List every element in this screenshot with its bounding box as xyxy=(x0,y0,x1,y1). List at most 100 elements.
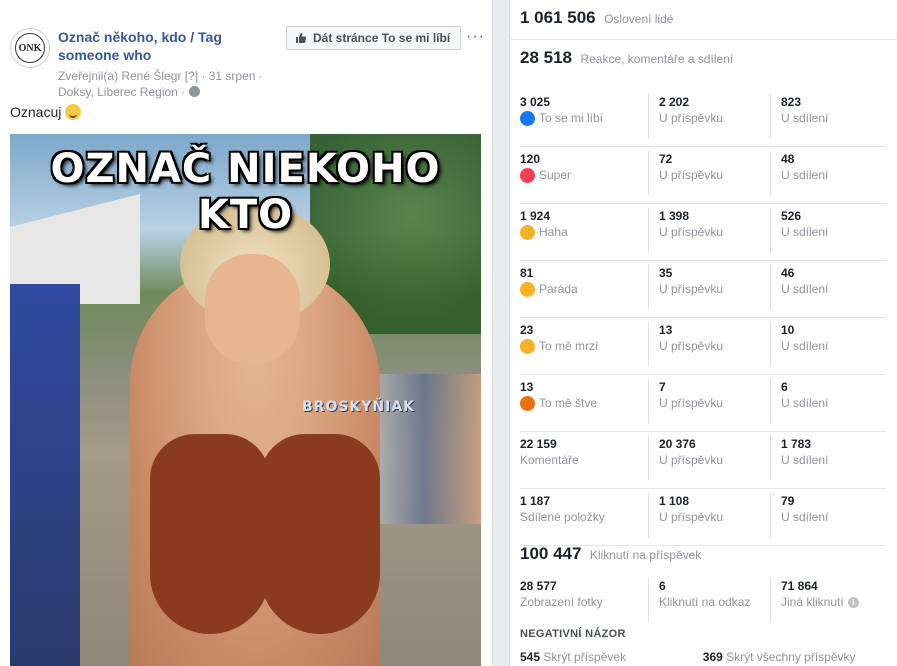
location-line: Doksy, Liberec Region · xyxy=(58,84,263,100)
on-post-label-row: U příspěvku xyxy=(649,167,764,183)
other-clicks-value: 71 864 xyxy=(781,579,818,593)
reaction-total-value: 1 187 xyxy=(520,494,551,508)
on-post-label: U příspěvku xyxy=(659,510,724,524)
reaction-total: 23 To mě mrzí xyxy=(520,322,642,366)
engagement-row: 28 518 Reakce, komentáře a sdílení xyxy=(510,48,897,78)
post-insights-panel: 1 061 506 Oslovení lidé 28 518 Reakce, k… xyxy=(509,0,897,666)
info-icon[interactable]: i xyxy=(847,596,859,608)
reaction-total: 3 025 To se mi líbí xyxy=(520,94,642,138)
on-post-value: 20 376 xyxy=(659,437,696,451)
negative-feedback-row: 545 Skrýt příspěvek 369 Skrýt všechny př… xyxy=(520,650,886,666)
link-clicks-label: Kliknutí na odkaz xyxy=(659,595,751,609)
post-message: Oznacuj xyxy=(10,104,82,120)
on-post: 20 376 U příspěvku xyxy=(648,436,764,480)
on-post: 7 U příspěvku xyxy=(648,379,764,423)
reaction-total-label: To mě mrzí xyxy=(539,339,599,353)
reaction-total: 1 187 Sdílené položky xyxy=(520,493,642,537)
reaction-total-label-row: Komentáře xyxy=(520,452,642,468)
on-shares: 10 U sdílení xyxy=(770,322,886,366)
more-options-icon[interactable]: ··· xyxy=(466,28,485,46)
hide-post-value: 545 xyxy=(520,650,541,664)
on-post: 1 398 U příspěvku xyxy=(648,208,764,252)
on-shares: 526 U sdílení xyxy=(770,208,886,252)
on-post-value: 13 xyxy=(659,323,673,337)
smile-emoji-icon xyxy=(65,104,82,120)
on-post-label-row: U příspěvku xyxy=(649,509,764,525)
on-shares-label: U sdílení xyxy=(781,339,829,353)
on-post-label: U příspěvku xyxy=(659,168,724,182)
reaction-total-label-row: To mě štve xyxy=(520,395,642,411)
like-page-button[interactable]: Dát stránce To se mi líbí xyxy=(286,26,461,50)
page-avatar[interactable]: ONK xyxy=(10,28,50,68)
reach-label: Oslovení lidé xyxy=(604,12,674,26)
on-shares-value: 6 xyxy=(781,380,788,394)
on-shares: 6 U sdílení xyxy=(770,379,886,423)
other-clicks-label-row: Jiná kliknutí i xyxy=(771,594,886,610)
on-post-value: 35 xyxy=(659,266,673,280)
on-shares-label: U sdílení xyxy=(781,282,829,296)
reaction-total-label: Komentáře xyxy=(520,453,579,467)
photo-watermark: BROSKYŇIAK xyxy=(302,399,416,415)
reaction-total: 13 To mě štve xyxy=(520,379,642,423)
clicks-label: Kliknutí na příspěvek xyxy=(589,548,702,562)
engagement-row-item: 13 To mě štve 7 U příspěvku 6 U sdílení xyxy=(520,375,886,432)
on-post-label-row: U příspěvku xyxy=(649,338,764,354)
page-name-link[interactable]: Označ někoho, kdo / Tag someone who xyxy=(58,28,248,64)
location-text: Doksy, Liberec Region · xyxy=(58,85,186,99)
avatar-logo-text: ONK xyxy=(15,33,45,63)
engagement-row-item: 23 To mě mrzí 13 U příspěvku 10 U sdílení xyxy=(520,318,886,375)
haha-icon xyxy=(520,224,535,240)
on-post: 72 U příspěvku xyxy=(648,151,764,195)
on-post-label: U příspěvku xyxy=(659,225,724,239)
post-photo[interactable]: OZNAČ NIEKOHO KTO BROSKYŇIAK xyxy=(10,134,481,666)
on-post-value: 7 xyxy=(659,380,666,394)
reaction-total-label-row: To se mi líbí xyxy=(520,110,642,126)
on-shares-label-row: U sdílení xyxy=(771,167,886,183)
engagement-row-item: 120 Super 72 U příspěvku 48 U sdílení xyxy=(520,147,886,204)
angry-icon xyxy=(520,395,535,411)
on-post-label: U příspěvku xyxy=(659,282,724,296)
on-shares: 79 U sdílení xyxy=(770,493,886,537)
on-post-label-row: U příspěvku xyxy=(649,224,764,240)
on-shares-value: 48 xyxy=(781,152,795,166)
reaction-total-label: Sdílené položky xyxy=(520,510,605,524)
reaction-total-label: Paráda xyxy=(539,282,578,296)
on-shares-value: 823 xyxy=(781,95,802,109)
on-shares-value: 526 xyxy=(781,209,802,223)
on-shares-label: U sdílení xyxy=(781,510,829,524)
on-post: 1 108 U příspěvku xyxy=(648,493,764,537)
photo-views-value: 28 577 xyxy=(520,579,557,593)
on-post-label: U příspěvku xyxy=(659,339,724,353)
on-post: 13 U příspěvku xyxy=(648,322,764,366)
engagement-row-item: 1 187 Sdílené položky 1 108 U příspěvku 79 U … xyxy=(520,489,886,546)
clicks-value: 100 447 xyxy=(520,544,582,563)
reaction-total-value: 81 xyxy=(520,266,534,280)
on-shares-label-row: U sdílení xyxy=(771,338,886,354)
like-page-label: Dát stránce To se mi líbí xyxy=(313,31,451,45)
on-shares-label: U sdílení xyxy=(781,453,829,467)
other-clicks-cell: 71 864 Jiná kliknutí i xyxy=(770,578,886,622)
reaction-total: 81 Paráda xyxy=(520,265,642,309)
post-message-text: Oznacuj xyxy=(10,104,62,120)
reaction-total-value: 3 025 xyxy=(520,95,551,109)
reaction-total-label: To se mi líbí xyxy=(539,111,604,125)
reaction-total: 1 924 Haha xyxy=(520,208,642,252)
reaction-total-value: 1 924 xyxy=(520,209,551,223)
photo-views-label: Zobrazení fotky xyxy=(520,595,603,609)
hide-post-label: Skrýt příspěvek xyxy=(543,650,627,664)
engagement-row-item: 22 159 Komentáře 20 376 U příspěvku 1 783 U s… xyxy=(520,432,886,489)
engagement-label: Reakce, komentáře a sdílení xyxy=(580,52,734,66)
on-post-value: 1 398 xyxy=(659,209,690,223)
on-shares-label: U sdílení xyxy=(781,225,829,239)
screen: ONK Označ někoho, kdo / Tag someone who … xyxy=(0,0,897,666)
post-meta: Zveřejnil(a) René Šlegr [?] · 31 srpen ·… xyxy=(58,68,263,100)
hide-all-label: Skrýt všechny příspěvky xyxy=(726,650,856,664)
on-shares-value: 1 783 xyxy=(781,437,812,451)
thumbs-up-icon xyxy=(296,33,307,43)
reaction-total-label-row: Sdílené položky xyxy=(520,509,642,525)
on-shares-value: 10 xyxy=(781,323,795,337)
love-icon xyxy=(520,167,535,183)
on-shares-label-row: U sdílení xyxy=(771,395,886,411)
on-post-label-row: U příspěvku xyxy=(649,281,764,297)
globe-icon xyxy=(188,86,200,97)
